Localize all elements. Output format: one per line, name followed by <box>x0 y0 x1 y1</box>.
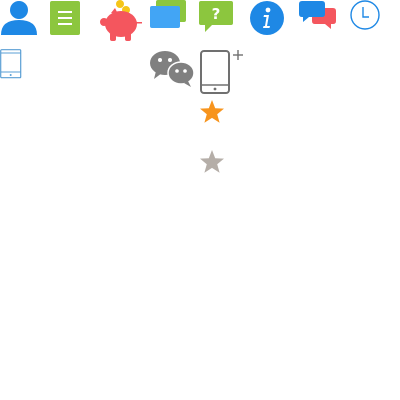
wechat-icon[interactable] <box>148 49 198 89</box>
clock-icon[interactable] <box>348 0 382 32</box>
help-bubble-icon[interactable]: ? <box>198 0 234 34</box>
user-icon[interactable] <box>0 0 38 36</box>
phone-add-icon[interactable] <box>198 49 244 95</box>
star-filled-icon[interactable] <box>198 98 226 126</box>
cards-icon[interactable] <box>148 0 188 32</box>
svg-text:?: ? <box>212 5 221 23</box>
document-list-icon[interactable] <box>49 0 81 36</box>
tablet-icon[interactable] <box>0 49 22 79</box>
chat-bubbles-icon[interactable] <box>298 0 338 30</box>
info-icon[interactable] <box>248 0 286 36</box>
star-empty-icon[interactable] <box>198 148 226 176</box>
piggy-bank-icon[interactable] <box>99 0 143 42</box>
